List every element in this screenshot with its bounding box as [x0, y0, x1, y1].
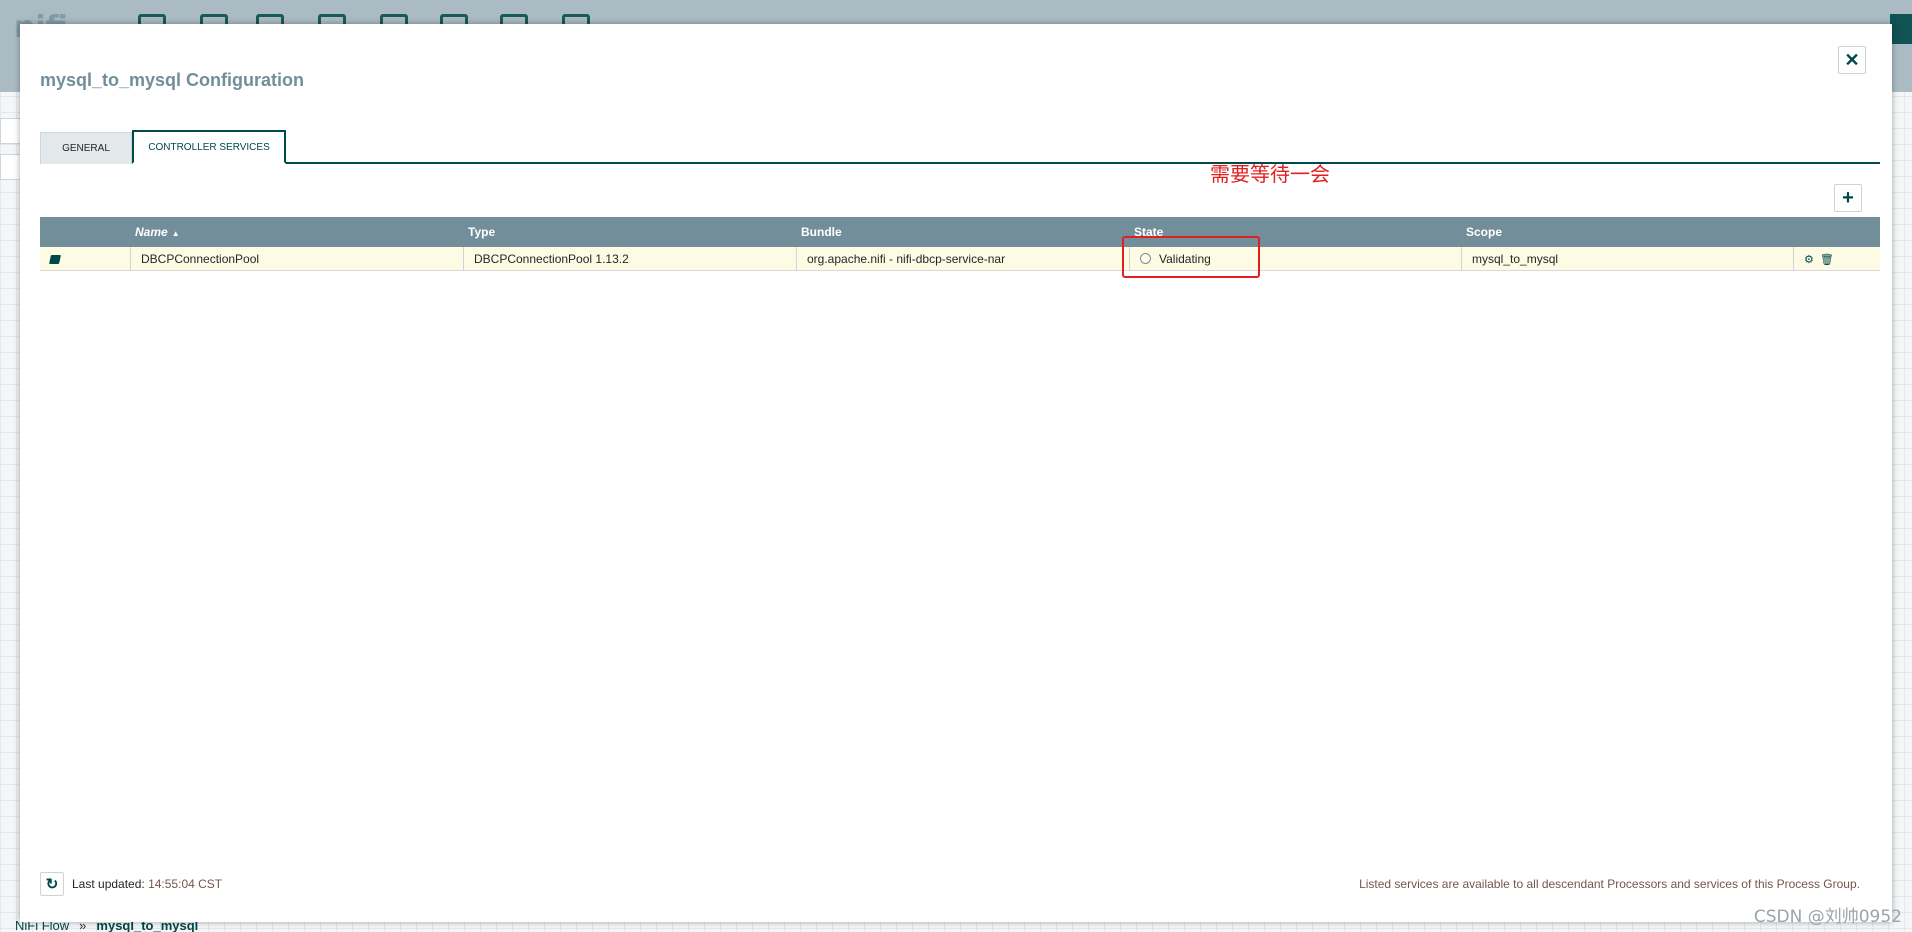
cell-actions: ⚙ 🗑 — [1794, 247, 1880, 271]
table-row[interactable]: DBCPConnectionPool DBCPConnectionPool 1.… — [40, 247, 1880, 271]
watermark: CSDN @刘帅0952 — [1753, 907, 1902, 927]
dialog-title: mysql_to_mysql Configuration — [40, 70, 305, 90]
tab-bar: GENERAL CONTROLLER SERVICES — [40, 130, 1880, 164]
column-header-name[interactable]: Name ▲ — [131, 217, 464, 247]
column-header-type[interactable]: Type — [464, 217, 797, 247]
configuration-dialog: mysql_to_mysql Configuration ✕ GENERAL C… — [20, 24, 1892, 922]
annotation-highlight-box — [1122, 236, 1260, 278]
trash-icon[interactable]: 🗑 — [1820, 248, 1834, 272]
cell-name: DBCPConnectionPool — [131, 247, 464, 271]
column-header-name-label: Name — [135, 225, 168, 239]
tab-controller-services[interactable]: CONTROLLER SERVICES — [132, 130, 286, 164]
last-updated-time: 14:55:04 CST — [148, 877, 223, 891]
operate-icon[interactable] — [0, 154, 22, 180]
last-updated: Last updated: 14:55:04 CST — [72, 877, 222, 891]
cell-type: DBCPConnectionPool 1.13.2 — [464, 247, 797, 271]
last-updated-label: Last updated: — [72, 877, 145, 891]
tab-general[interactable]: GENERAL — [40, 132, 132, 164]
plus-icon: + — [1842, 186, 1854, 209]
cell-scope: mysql_to_mysql — [1462, 247, 1794, 271]
column-header-actions — [1794, 217, 1880, 247]
sort-ascending-icon: ▲ — [171, 229, 180, 238]
refresh-icon: ↻ — [45, 876, 59, 893]
controller-services-table: Name ▲ Type Bundle State Scope DBCPConnec… — [40, 217, 1880, 271]
footer-note: Listed services are available to all des… — [1359, 877, 1860, 891]
gear-icon[interactable]: ⚙ — [1804, 248, 1814, 272]
annotation-text: 需要等待一会 — [1210, 164, 1330, 186]
navigate-icon[interactable] — [0, 118, 22, 144]
cell-bundle: org.apache.nifi - nifi-dbcp-service-nar — [797, 247, 1130, 271]
refresh-button[interactable]: ↻ — [40, 872, 64, 896]
row-icon-cell — [40, 247, 131, 271]
table-header: Name ▲ Type Bundle State Scope — [40, 217, 1880, 247]
column-header-scope[interactable]: Scope — [1462, 217, 1794, 247]
global-menu-icon[interactable] — [1890, 14, 1912, 44]
close-icon: ✕ — [1844, 49, 1860, 70]
column-header-bundle[interactable]: Bundle — [797, 217, 1130, 247]
docs-icon[interactable] — [49, 255, 61, 264]
add-controller-service-button[interactable]: + — [1834, 184, 1862, 212]
column-header-icon — [40, 217, 131, 247]
close-button[interactable]: ✕ — [1838, 46, 1866, 74]
